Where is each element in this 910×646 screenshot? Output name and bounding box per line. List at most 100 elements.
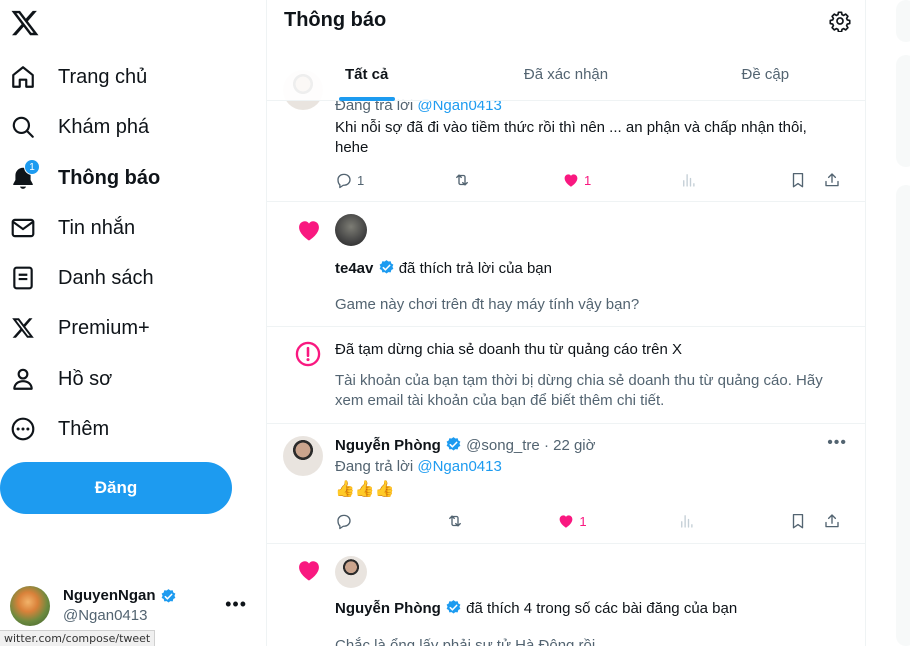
x-logo-icon[interactable] <box>10 8 40 38</box>
heart-filled-icon <box>560 515 573 528</box>
notification-reply-item[interactable]: Nguyễn Phòng @song_tre · 22 giờ ••• Đang… <box>267 424 865 544</box>
nav-explore-label: Khám phá <box>58 115 150 138</box>
avatar[interactable] <box>335 214 367 246</box>
more-circle-icon <box>10 416 36 442</box>
nav-more[interactable]: Thêm <box>10 409 109 449</box>
share-button[interactable] <box>823 171 843 189</box>
replying-prefix: Đang trả lời <box>335 458 414 475</box>
search-box[interactable] <box>896 0 910 42</box>
heart-icon <box>299 221 319 241</box>
liked-post-preview[interactable]: Chắc là ổng lấy phải sư tử Hà Đông rồi <box>335 636 595 646</box>
nav-explore[interactable]: Khám phá <box>10 107 149 147</box>
liked-post-preview[interactable]: Game này chơi trên đt hay máy tính vậy b… <box>335 295 639 315</box>
post-actions: 1 1 <box>335 170 843 190</box>
nav-premium-label: Premium+ <box>58 316 150 339</box>
page-title: Thông báo <box>284 9 387 31</box>
bookmark-icon <box>792 513 804 529</box>
like-notification-line: te4av đã thích trả lời của bạn <box>335 259 552 279</box>
avatar[interactable] <box>283 436 323 476</box>
notification-like-item[interactable]: te4av đã thích trả lời của bạn Game này … <box>267 202 865 327</box>
mail-icon <box>10 215 36 241</box>
nav-lists-label: Danh sách <box>58 266 154 289</box>
like-count: 1 <box>583 172 592 188</box>
nav-profile[interactable]: Hồ sơ <box>10 359 112 399</box>
system-notice-title: Đã tạm dừng chia sẻ doanh thu từ quảng c… <box>335 341 682 358</box>
reply-icon <box>337 173 351 189</box>
post-more-icon[interactable]: ••• <box>827 434 847 452</box>
bookmark-icon <box>792 172 804 188</box>
like-button[interactable]: 1 <box>562 171 591 189</box>
user-name[interactable]: Nguyễn Phòng <box>335 600 441 617</box>
nav-premium[interactable]: Premium+ <box>10 308 150 348</box>
replying-to-line: Đang trả lời @Ngan0413 <box>335 457 502 477</box>
reply-button[interactable]: 1 <box>335 171 364 189</box>
heart-icon <box>299 561 319 581</box>
reply-count: 1 <box>357 172 365 188</box>
repost-icon <box>449 515 462 527</box>
nav-messages-label: Tin nhắn <box>58 216 136 239</box>
system-notice-body: Tài khoản của bạn tạm thời bị dừng chia … <box>335 372 823 409</box>
reply-text: 👍👍👍 <box>335 481 395 498</box>
like-button[interactable]: 1 <box>557 512 587 530</box>
replying-to-link[interactable]: @Ngan0413 <box>417 458 501 475</box>
verified-badge-icon <box>161 588 175 603</box>
account-name: NguyenNgan <box>63 587 156 604</box>
verified-badge-icon <box>446 600 461 614</box>
user-handle[interactable]: @song_tre <box>466 437 540 454</box>
views-button[interactable] <box>678 512 698 530</box>
repost-button[interactable] <box>453 171 473 189</box>
nav-lists[interactable]: Danh sách <box>10 258 154 298</box>
notification-reply-item[interactable]: Đang trả lời @Ngan0413 Khi nỗi sợ đã đi … <box>267 70 865 202</box>
reply-text: Khi nỗi sợ đã đi vào tiềm thức rồi thì n… <box>335 119 807 156</box>
trends-card <box>896 185 910 646</box>
repost-button[interactable] <box>446 512 466 530</box>
heart-filled-icon <box>564 174 578 187</box>
verified-badge-icon <box>379 260 393 274</box>
like-action-text: đã thích 4 trong số các bài đăng của bạn <box>466 600 738 617</box>
notification-system-item[interactable]: Đã tạm dừng chia sẻ doanh thu từ quảng c… <box>267 327 865 424</box>
user-name[interactable]: te4av <box>335 260 373 277</box>
reply-button[interactable] <box>335 512 355 530</box>
nav-notifications[interactable]: 1 Thông báo <box>10 158 160 198</box>
post-time[interactable]: · 22 giờ <box>544 437 596 454</box>
notification-feed: Đang trả lời @Ngan0413 Khi nỗi sợ đã đi … <box>267 70 865 646</box>
nav-messages[interactable]: Tin nhắn <box>10 208 135 248</box>
nav-more-label: Thêm <box>58 417 110 440</box>
settings-gear-icon[interactable] <box>829 10 851 32</box>
user-name[interactable]: Nguyễn Phòng <box>335 437 441 454</box>
bookmark-button[interactable] <box>789 512 809 530</box>
bell-icon: 1 <box>10 159 40 191</box>
views-icon <box>683 174 695 187</box>
repost-icon <box>456 174 469 186</box>
notification-like-item[interactable]: Nguyễn Phòng đã thích 4 trong số các bài… <box>267 544 865 646</box>
like-count: 1 <box>579 513 587 529</box>
nav-home-label: Trang chủ <box>58 65 148 88</box>
notification-tabs: Tất cả Đã xác nhận Đề cập <box>267 53 865 101</box>
nav-notifications-label: Thông báo <box>58 166 161 189</box>
notification-badge: 1 <box>24 159 40 175</box>
share-button[interactable] <box>823 512 843 530</box>
avatar <box>10 586 50 626</box>
avatar[interactable] <box>335 556 367 588</box>
reply-icon <box>337 514 351 530</box>
like-action-text: đã thích trả lời của bạn <box>398 260 552 277</box>
share-icon <box>825 514 839 528</box>
tab-all[interactable]: Tất cả <box>267 53 466 101</box>
post-actions: 1 <box>335 511 843 531</box>
account-more-icon[interactable]: ••• <box>225 594 247 615</box>
left-sidebar: Trang chủ Khám phá 1 Thông báo Tin nhắn … <box>0 0 266 646</box>
tab-verified[interactable]: Đã xác nhận <box>466 53 665 101</box>
list-icon <box>10 265 36 291</box>
share-icon <box>825 173 839 187</box>
post-button[interactable]: Đăng <box>0 462 232 514</box>
home-icon <box>10 64 36 90</box>
bookmark-button[interactable] <box>789 171 809 189</box>
views-button[interactable] <box>680 171 700 189</box>
nav-home[interactable]: Trang chủ <box>10 57 147 97</box>
alert-circle-icon <box>295 341 321 367</box>
notifications-column: Thông báo Tất cả Đã xác nhận Đề cập Đang… <box>266 0 866 646</box>
account-switcher[interactable]: NguyenNgan @Ngan0413 ••• <box>10 584 255 628</box>
premium-card <box>896 55 910 167</box>
tab-mentions[interactable]: Đề cập <box>666 53 865 101</box>
search-icon <box>10 114 36 140</box>
